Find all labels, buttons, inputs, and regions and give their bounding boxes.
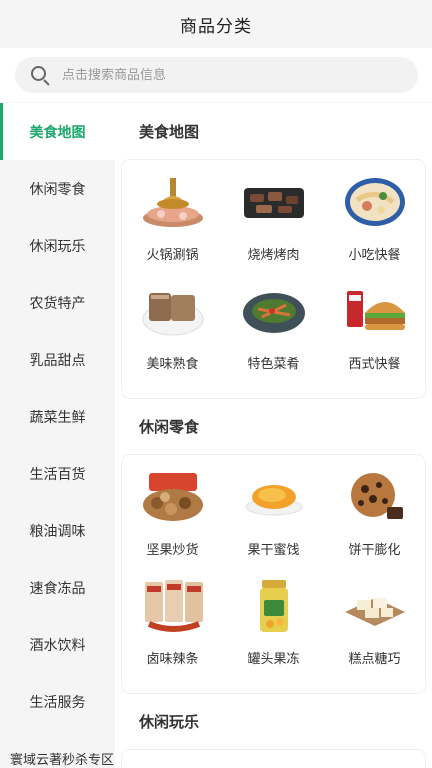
search-input[interactable]	[62, 67, 362, 83]
search-bar	[0, 48, 432, 102]
pastry-icon	[344, 598, 405, 626]
grid-item-dried-fruit[interactable]: 果干蜜饯	[223, 469, 324, 578]
sidebar-item-frozen[interactable]: 速食冻品	[0, 559, 115, 616]
grid-item-nuts[interactable]: 坚果炒货	[122, 469, 223, 578]
section-title: 休闲玩乐	[139, 713, 200, 731]
grid-item-label: 美味熟食	[146, 357, 199, 372]
category-sidebar: 美食地图 休闲零食 休闲玩乐 农货特产 乳品甜点 蔬菜生鲜 生活百货 粮油调味 …	[0, 103, 115, 768]
noodle-bowl-icon	[344, 178, 405, 226]
page-title: 商品分类	[180, 16, 252, 37]
grid-item-label: 火锅涮锅	[146, 248, 199, 263]
dish-icon	[242, 293, 305, 333]
nuts-icon	[142, 473, 203, 521]
category-grid: 火锅涮锅 烧烤烤肉 小吃快餐 美味熟食 特色菜肴 西式快餐	[122, 160, 425, 398]
cookie-icon	[350, 473, 403, 519]
sidebar-item-leisure[interactable]: 休闲玩乐	[0, 217, 115, 274]
section-title: 休闲零食	[139, 418, 200, 436]
burger-icon	[346, 291, 405, 330]
category-content: 美食地图 火锅涮锅 烧烤烤肉 小吃快餐 美味熟食 特色菜肴 西式快餐 休闲零食 …	[115, 103, 432, 768]
grid-item-pastry-candy[interactable]: 糕点糖巧	[324, 578, 425, 687]
grid-item-label: 饼干膨化	[348, 543, 401, 558]
sidebar-item-daily-goods[interactable]: 生活百货	[0, 445, 115, 502]
header-bar: 商品分类	[0, 0, 432, 48]
dried-fruit-icon	[245, 485, 302, 516]
grid-item-label: 烧烤烤肉	[247, 248, 300, 263]
jar-icon	[259, 580, 288, 632]
category-grid	[122, 750, 425, 768]
grid-item-biscuits[interactable]: 饼干膨化	[324, 469, 425, 578]
grid-item-snack-meal[interactable]: 小吃快餐	[324, 174, 425, 283]
grid-item-label: 糕点糖巧	[348, 652, 401, 667]
grid-item-spicy-strips[interactable]: 卤味辣条	[122, 578, 223, 687]
section-title: 美食地图	[139, 123, 200, 141]
grid-item-label: 果干蜜饯	[247, 543, 300, 558]
search-icon	[30, 65, 50, 86]
grid-item-cooked-food[interactable]: 美味熟食	[122, 283, 223, 392]
grid-item-hotpot[interactable]: 火锅涮锅	[122, 174, 223, 283]
sidebar-item-services[interactable]: 生活服务	[0, 673, 115, 730]
grid-item-label: 西式快餐	[348, 357, 401, 372]
grid-item-label: 特色菜肴	[247, 357, 300, 372]
sidebar-item-grain-oil[interactable]: 粮油调味	[0, 502, 115, 559]
grid-item-bbq[interactable]: 烧烤烤肉	[223, 174, 324, 283]
grid-item-specialty-dish[interactable]: 特色菜肴	[223, 283, 324, 392]
bbq-icon	[243, 188, 304, 218]
sidebar-item-food-map[interactable]: 美食地图	[0, 103, 115, 160]
grid-item-label: 卤味辣条	[146, 652, 199, 667]
spicy-strip-icon	[144, 580, 203, 632]
search-box[interactable]	[15, 57, 418, 93]
grid-item-western-fast-food[interactable]: 西式快餐	[324, 283, 425, 392]
cooked-meat-icon	[142, 293, 203, 336]
sidebar-item-drinks[interactable]: 酒水饮料	[0, 616, 115, 673]
sidebar-item-fresh-veg[interactable]: 蔬菜生鲜	[0, 388, 115, 445]
hotpot-icon	[142, 178, 203, 227]
sidebar-item-flash-sale[interactable]: 寰域云著秒杀专区	[0, 730, 115, 768]
sidebar-item-farm-specialty[interactable]: 农货特产	[0, 274, 115, 331]
grid-item-label: 坚果炒货	[146, 543, 199, 558]
grid-item-label: 罐头果冻	[247, 652, 300, 667]
grid-item-canned-jelly[interactable]: 罐头果冻	[223, 578, 324, 687]
category-grid: 坚果炒货 果干蜜饯 饼干膨化 卤味辣条 罐头果冻 糕点糖巧	[122, 455, 425, 693]
sidebar-item-snacks[interactable]: 休闲零食	[0, 160, 115, 217]
grid-item-label: 小吃快餐	[348, 248, 401, 263]
sidebar-item-dairy-dessert[interactable]: 乳品甜点	[0, 331, 115, 388]
